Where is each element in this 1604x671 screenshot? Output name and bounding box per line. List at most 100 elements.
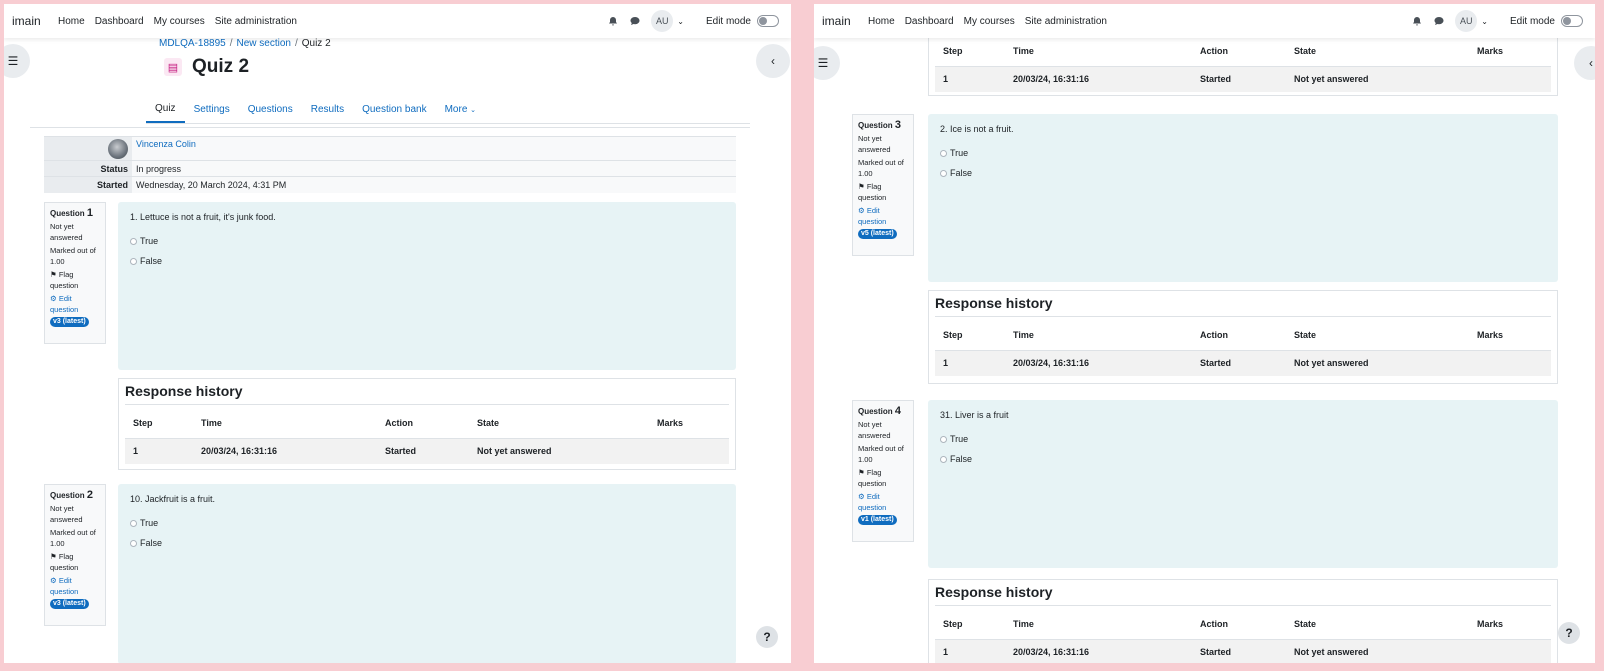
column-header: Marks: [1469, 320, 1551, 351]
flag-question[interactable]: ⚑ Flag question: [858, 181, 908, 203]
edit-question-link[interactable]: ⚙ Edit question: [50, 293, 100, 315]
answer-label: True: [140, 518, 159, 528]
answer-option-false[interactable]: False: [940, 168, 1546, 178]
tab-settings[interactable]: Settings: [185, 96, 239, 123]
radio-button[interactable]: [940, 169, 947, 177]
edit-question-link[interactable]: ⚙ Edit question: [858, 205, 908, 227]
nav-my-courses[interactable]: My courses: [964, 16, 1015, 27]
gear-icon: ⚙: [50, 294, 57, 303]
help-button[interactable]: ?: [1558, 622, 1580, 644]
block-drawer-toggle[interactable]: ‹: [756, 44, 790, 78]
radio-button[interactable]: [130, 539, 137, 547]
answer-option-false[interactable]: False: [130, 256, 724, 266]
tab-quiz[interactable]: Quiz: [146, 96, 185, 123]
page-header: ▤ Quiz 2: [164, 56, 249, 78]
question-state: Not yet answered: [858, 134, 891, 154]
quiz-icon: ▤: [164, 58, 182, 76]
nav-dashboard[interactable]: Dashboard: [95, 16, 144, 27]
nav-dashboard[interactable]: Dashboard: [905, 16, 954, 27]
response-history-title: Response history: [125, 383, 729, 405]
nav-site-administration[interactable]: Site administration: [215, 16, 297, 27]
answer-option-false[interactable]: False: [130, 538, 724, 548]
chevron-down-icon[interactable]: ⌄: [1481, 17, 1488, 26]
answer-option-true[interactable]: True: [130, 518, 724, 528]
column-header: Step: [935, 609, 1005, 640]
question-number-label: Question: [50, 209, 85, 218]
breadcrumb-separator: /: [294, 38, 298, 49]
user-avatar[interactable]: AU: [651, 10, 674, 32]
radio-button[interactable]: [940, 455, 947, 463]
radio-button[interactable]: [130, 519, 137, 527]
bell-icon[interactable]: [1411, 15, 1423, 27]
user-navigation: AU ⌄ Edit mode: [1411, 10, 1595, 32]
breadcrumb-course[interactable]: MDLQA-18895: [159, 38, 226, 49]
edit-mode-toggle[interactable]: [757, 15, 779, 27]
radio-button[interactable]: [940, 435, 947, 443]
nav-site-administration[interactable]: Site administration: [1025, 16, 1107, 27]
table-cell: [649, 438, 729, 464]
flag-question[interactable]: ⚑ Flag question: [50, 551, 100, 573]
question-grade: Marked out of 1.00: [50, 528, 96, 548]
table-cell: Not yet answered: [469, 438, 649, 464]
column-header: State: [469, 408, 649, 439]
question-formulation: 2. Ice is not a fruit. True False: [928, 114, 1558, 282]
response-history: Response history Step Time Action State …: [118, 378, 736, 470]
nav-home[interactable]: Home: [868, 16, 895, 27]
block-drawer-toggle[interactable]: ‹: [1574, 46, 1595, 80]
nav-my-courses[interactable]: My courses: [154, 16, 205, 27]
question-state: Not yet answered: [50, 222, 83, 242]
site-brand[interactable]: imain: [4, 14, 54, 28]
tab-questions[interactable]: Questions: [239, 96, 302, 123]
answer-option-true[interactable]: True: [940, 148, 1546, 158]
chevron-down-icon[interactable]: ⌄: [677, 17, 684, 26]
tab-results[interactable]: Results: [302, 96, 353, 123]
bell-icon[interactable]: [607, 15, 619, 27]
radio-button[interactable]: [130, 257, 137, 265]
flag-question[interactable]: ⚑ Flag question: [858, 467, 908, 489]
gear-icon: ⚙: [50, 576, 57, 585]
nav-home[interactable]: Home: [58, 16, 85, 27]
edit-mode-toggle[interactable]: [1561, 15, 1583, 27]
breadcrumb-current: Quiz 2: [301, 38, 331, 49]
column-header: Action: [377, 408, 469, 439]
answer-option-true[interactable]: True: [940, 434, 1546, 444]
column-header: Step: [935, 36, 1005, 67]
site-brand[interactable]: imain: [814, 14, 864, 28]
messages-icon[interactable]: [1433, 15, 1445, 27]
column-header: Time: [193, 408, 377, 439]
tab-more[interactable]: More ⌄: [436, 96, 485, 123]
messages-icon[interactable]: [629, 15, 641, 27]
summary-user-row: Vincenza Colin: [44, 136, 736, 161]
table-cell: 1: [935, 639, 1005, 663]
tab-question-bank[interactable]: Question bank: [353, 96, 436, 123]
right-window: Step Time Action State Marks 1 20/03/24,…: [814, 4, 1595, 663]
question-number-value: 3: [894, 119, 902, 131]
user-profile-link[interactable]: Vincenza Colin: [136, 139, 196, 149]
help-button[interactable]: ?: [756, 626, 778, 648]
question-number-value: 4: [894, 405, 902, 417]
user-avatar[interactable]: AU: [1455, 10, 1478, 32]
flag-icon: ⚑: [858, 468, 865, 477]
edit-question-link[interactable]: ⚙ Edit question: [50, 575, 100, 597]
question-number: Question 4: [858, 406, 908, 417]
breadcrumb-section[interactable]: New section: [236, 38, 290, 49]
table-row: 1 20/03/24, 16:31:16 Started Not yet ans…: [125, 438, 729, 464]
answer-option-true[interactable]: True: [130, 236, 724, 246]
radio-button[interactable]: [130, 237, 137, 245]
version-badge: v3 (latest): [50, 317, 89, 327]
edit-question-link[interactable]: ⚙ Edit question: [858, 491, 908, 513]
question-formulation: 1. Lettuce is not a fruit, it's junk foo…: [118, 202, 736, 370]
question-number-label: Question: [858, 407, 893, 416]
question-info: Question 4 Not yet answered Marked out o…: [852, 400, 914, 542]
answer-option-false[interactable]: False: [940, 454, 1546, 464]
flag-question[interactable]: ⚑ Flag question: [50, 269, 100, 291]
question-grade: Marked out of 1.00: [858, 444, 904, 464]
user-avatar[interactable]: [108, 138, 128, 159]
response-history-title: Response history: [935, 584, 1551, 606]
answer-options: True False: [130, 236, 724, 266]
answer-label: False: [140, 256, 163, 266]
version-badge: v5 (latest): [858, 229, 897, 239]
course-index-toggle[interactable]: ☰: [4, 44, 30, 78]
course-index-toggle[interactable]: ☰: [814, 46, 840, 80]
radio-button[interactable]: [940, 149, 947, 157]
